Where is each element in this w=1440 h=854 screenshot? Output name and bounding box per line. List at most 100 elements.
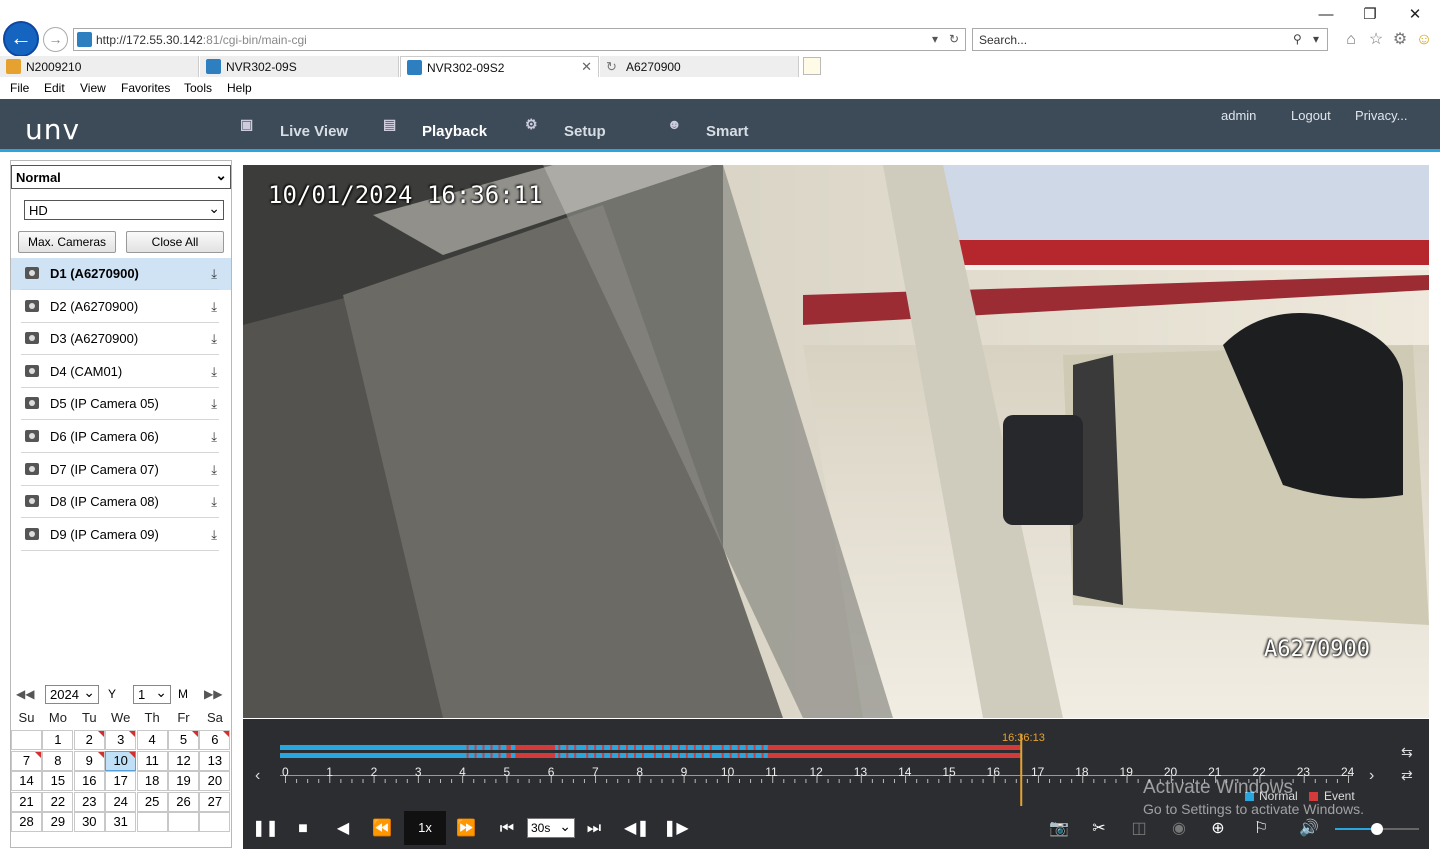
forward-button[interactable]: → (43, 27, 68, 52)
prev-year-icon[interactable]: ◀◀ (16, 687, 34, 701)
calendar-day[interactable]: 15 (42, 771, 74, 791)
calendar-day[interactable]: 17 (105, 771, 137, 791)
video-view[interactable]: 10/01/2024 16:36:11 A6270900 (243, 165, 1429, 718)
camera-item[interactable]: D1 (A6270900) ⤓ (11, 258, 231, 290)
timeline-prev-icon[interactable]: ‹ (255, 767, 260, 785)
tag-icon[interactable]: ⚐ (1249, 819, 1273, 839)
search-box[interactable]: Search... ⚲ ▾ (972, 28, 1328, 51)
calendar-day[interactable]: 25 (136, 791, 168, 812)
nav-live-view[interactable]: ▣ Live View (240, 99, 350, 149)
calendar-day[interactable]: 18 (136, 771, 168, 791)
calendar-day[interactable]: 29 (42, 812, 74, 832)
close-tab-icon[interactable]: ✕ (581, 59, 592, 75)
tab-a6270900[interactable]: ↻ A6270900 (600, 56, 799, 77)
camera-item[interactable]: D9 (IP Camera 09) ⤓ (11, 519, 231, 551)
calendar-day[interactable]: 8 (42, 750, 74, 771)
zoom-icon[interactable]: ⊕ (1206, 819, 1230, 839)
search-icon[interactable]: ⚲ (1293, 32, 1302, 46)
menu-file[interactable]: File (10, 81, 29, 95)
download-icon[interactable]: ⤓ (211, 527, 217, 543)
stop-icon[interactable]: ■ (291, 819, 315, 839)
camera-item[interactable]: D3 (A6270900) ⤓ (11, 323, 231, 356)
back-button[interactable]: ← (3, 21, 39, 57)
calendar-day[interactable]: 20 (199, 771, 231, 791)
year-select[interactable]: 2024 ⌄ (45, 684, 99, 704)
calendar-day[interactable]: 1 (42, 730, 74, 750)
menu-help[interactable]: Help (227, 81, 252, 95)
download-icon[interactable]: ⤓ (211, 299, 217, 315)
camera-item[interactable]: D8 (IP Camera 08) ⤓ (11, 486, 231, 519)
max-cameras-button[interactable]: Max. Cameras (18, 231, 116, 253)
calendar-day[interactable]: 21 (11, 791, 42, 812)
calendar-day[interactable]: 26 (168, 791, 199, 812)
tools-gear-icon[interactable]: ⚙ (1390, 30, 1410, 50)
dropdown-icon[interactable]: ▾ (932, 32, 938, 46)
calendar-day[interactable]: 9 (73, 750, 105, 771)
calendar-day[interactable]: 16 (73, 771, 105, 791)
next-year-icon[interactable]: ▶▶ (204, 687, 222, 701)
download-icon[interactable]: ⤓ (211, 429, 217, 445)
volume-handle[interactable] (1371, 823, 1383, 835)
calendar-day[interactable]: 12 (168, 750, 199, 771)
new-tab-icon[interactable] (803, 57, 821, 75)
volume-slider[interactable] (1335, 823, 1419, 835)
month-select[interactable]: 1 ⌄ (133, 684, 171, 704)
calendar-day[interactable]: 28 (11, 812, 42, 832)
privacy-link[interactable]: Privacy... (1355, 108, 1408, 123)
nav-smart[interactable]: ☻ Smart (667, 99, 767, 149)
refresh-icon[interactable]: ↻ (949, 32, 959, 46)
calendar-day[interactable]: 27 (199, 791, 231, 812)
smiley-icon[interactable]: ☺ (1414, 30, 1434, 50)
digital-zoom-icon[interactable]: ◉ (1167, 819, 1191, 839)
favorites-star-icon[interactable]: ☆ (1366, 30, 1386, 50)
calendar-day[interactable]: 31 (105, 812, 137, 832)
camera-item[interactable]: D4 (CAM01) ⤓ (11, 356, 231, 388)
calendar-day[interactable]: 13 (199, 750, 231, 771)
address-bar[interactable]: http://172.55.30.142:81/cgi-bin/main-cgi… (73, 28, 966, 51)
download-icon[interactable]: ⤓ (211, 396, 217, 412)
save-icon[interactable]: ◫ (1127, 819, 1151, 839)
download-icon[interactable]: ⤓ (211, 462, 217, 478)
calendar-day[interactable]: 4 (136, 730, 168, 750)
search-dropdown-icon[interactable]: ▾ (1313, 32, 1319, 46)
download-icon[interactable]: ⤓ (211, 331, 217, 347)
nav-setup[interactable]: ⚙ Setup (523, 99, 623, 149)
timeline-next-icon[interactable]: › (1369, 767, 1374, 785)
skip-interval-select[interactable]: 30s ⌄ (527, 818, 575, 838)
tab-nvr302-09s2[interactable]: NVR302-09S2 ✕ (400, 56, 599, 77)
download-icon[interactable]: ⤓ (211, 266, 217, 282)
calendar-day[interactable]: 3 (105, 730, 137, 750)
download-icon[interactable]: ⤓ (211, 494, 217, 510)
calendar-day[interactable]: 22 (42, 791, 74, 812)
speed-up-icon[interactable]: ⏩ (454, 819, 478, 839)
calendar-day[interactable]: 6 (199, 730, 231, 750)
calendar-day[interactable]: 23 (73, 791, 105, 812)
camera-item[interactable]: D2 (A6270900) ⤓ (11, 291, 231, 323)
zoom-in-timeline-icon[interactable]: ⇆ (1401, 744, 1413, 761)
close-window-icon[interactable]: ✕ (1405, 6, 1425, 24)
calendar-day[interactable]: 2 (73, 730, 105, 750)
menu-edit[interactable]: Edit (44, 81, 65, 95)
restore-icon[interactable]: ❐ (1360, 6, 1380, 24)
minimize-icon[interactable]: — (1316, 6, 1336, 24)
stream-select[interactable]: HD ⌄ (24, 200, 224, 220)
menu-tools[interactable]: Tools (184, 81, 212, 95)
pause-icon[interactable]: ❚❚ (252, 819, 279, 839)
calendar-day[interactable]: 24 (105, 791, 137, 812)
menu-view[interactable]: View (80, 81, 106, 95)
calendar-day[interactable]: 5 (168, 730, 199, 750)
download-icon[interactable]: ⤓ (211, 364, 217, 380)
zoom-out-timeline-icon[interactable]: ⇄ (1401, 767, 1413, 784)
camera-item[interactable]: D7 (IP Camera 07) ⤓ (11, 454, 231, 486)
clip-icon[interactable]: ✂ (1087, 819, 1111, 839)
volume-icon[interactable]: 🔊 (1297, 819, 1321, 839)
snapshot-icon[interactable]: 📷 (1047, 819, 1071, 839)
home-icon[interactable]: ⌂ (1341, 30, 1361, 50)
calendar-day[interactable]: 19 (168, 771, 199, 791)
calendar-day[interactable]: 14 (11, 771, 42, 791)
camera-item[interactable]: D6 (IP Camera 06) ⤓ (11, 421, 231, 453)
skip-forward-icon[interactable]: ⏭ (582, 819, 606, 839)
tab-n2009210[interactable]: N2009210 (0, 56, 199, 77)
camera-item[interactable]: D5 (IP Camera 05) ⤓ (11, 388, 231, 421)
skip-back-icon[interactable]: ⏮ (495, 819, 519, 839)
